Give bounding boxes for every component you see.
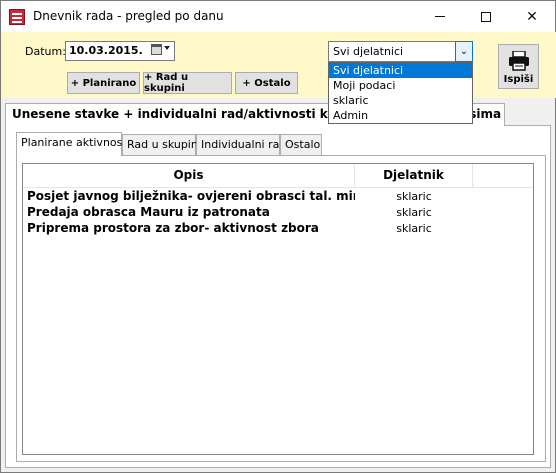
- calendar-icon[interactable]: [151, 44, 162, 55]
- app-icon: [9, 9, 25, 25]
- worker-dropdown-list: Svi djelatnici Moji podaci sklaric Admin: [328, 62, 473, 124]
- column-header-djelatnik[interactable]: Djelatnik: [355, 164, 473, 188]
- worker-select[interactable]: Svi djelatnici: [328, 41, 473, 62]
- app-window: Dnevnik rada - pregled po danu ✕ Datum: …: [0, 0, 556, 473]
- worker-option[interactable]: Moji podaci: [329, 78, 472, 93]
- add-group-work-button[interactable]: + Rad u skupini: [143, 72, 232, 94]
- cell-djelatnik: sklaric: [396, 190, 432, 203]
- print-button[interactable]: Ispiši: [498, 44, 539, 89]
- table-row[interactable]: Priprema prostora za zbor- aktivnost zbo…: [23, 221, 533, 237]
- maximize-icon: [481, 11, 491, 22]
- worker-select-arrow[interactable]: ⌄: [455, 41, 473, 62]
- add-other-button[interactable]: + Ostalo: [235, 72, 298, 94]
- add-planned-button[interactable]: + Planirano: [67, 72, 140, 94]
- chevron-down-icon: ⌄: [459, 46, 469, 57]
- maximize-button[interactable]: [463, 1, 509, 32]
- column-header-empty: [473, 164, 533, 188]
- print-label: Ispiši: [503, 74, 534, 85]
- date-dropdown-icon[interactable]: [164, 46, 170, 50]
- cell-opis: Posjet javnog bilježnika- ovjereni obras…: [27, 189, 355, 203]
- tab-planirane-aktivnosti[interactable]: Planirane aktivnosti: [16, 132, 130, 156]
- tab-rad-u-skupini[interactable]: Rad u skupini: [122, 134, 201, 155]
- cell-djelatnik: sklaric: [396, 222, 432, 235]
- minimize-button[interactable]: [417, 1, 463, 32]
- worker-option[interactable]: Admin: [329, 108, 472, 123]
- activities-table[interactable]: Opis Djelatnik Posjet javnog bilježnika-…: [22, 163, 534, 455]
- cell-opis: Priprema prostora za zbor- aktivnost zbo…: [27, 221, 319, 235]
- tab-ostalo[interactable]: Ostalo: [280, 134, 322, 155]
- worker-option[interactable]: Svi djelatnici: [329, 63, 472, 78]
- printer-icon: [509, 51, 529, 71]
- close-icon: ✕: [526, 8, 538, 25]
- title-bar[interactable]: Dnevnik rada - pregled po danu ✕: [1, 1, 555, 32]
- table-row[interactable]: Predaja obrasca Mauru iz patronata sklar…: [23, 205, 533, 221]
- window-title: Dnevnik rada - pregled po danu: [33, 9, 224, 23]
- worker-option[interactable]: sklaric: [329, 93, 472, 108]
- table-row[interactable]: Posjet javnog bilježnika- ovjereni obras…: [23, 189, 533, 205]
- column-header-opis[interactable]: Opis: [23, 164, 355, 188]
- table-header: Opis Djelatnik: [23, 164, 533, 188]
- tab-individualni-rad[interactable]: Individualni rad: [196, 134, 286, 155]
- tab-unesene-stavke-label: Unesene stavke + individualni rad/aktivn…: [12, 107, 362, 121]
- date-label: Datum:: [25, 45, 66, 58]
- minimize-icon: [435, 16, 445, 17]
- worker-select-value: Svi djelatnici: [333, 45, 404, 58]
- close-button[interactable]: ✕: [509, 1, 555, 32]
- cell-djelatnik: sklaric: [396, 206, 432, 219]
- cell-opis: Predaja obrasca Mauru iz patronata: [27, 205, 270, 219]
- date-value: 10.03.2015.: [69, 44, 143, 57]
